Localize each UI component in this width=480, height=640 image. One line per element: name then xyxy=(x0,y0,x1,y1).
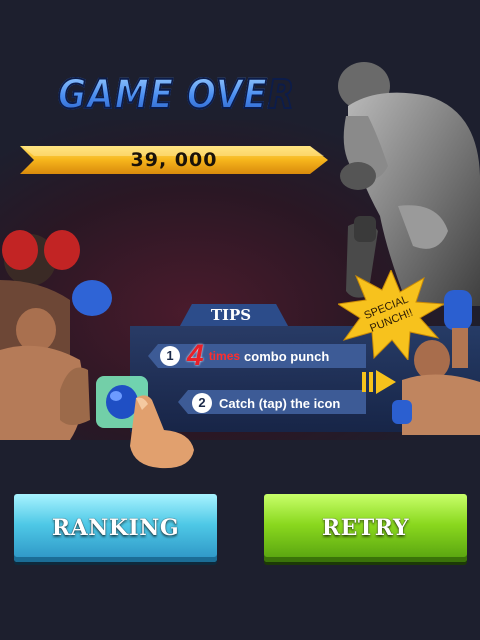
glove-tap-icon xyxy=(96,376,194,469)
tip-text: Catch (tap) the icon xyxy=(219,395,341,411)
tip-combo-punch: 1 4 times combo punch xyxy=(160,339,360,372)
combo-times-label: times xyxy=(208,349,241,363)
ranking-button[interactable]: RANKING xyxy=(14,494,217,562)
retry-button[interactable]: RETRY xyxy=(264,494,467,562)
tip-number-badge: 1 xyxy=(160,346,180,366)
tips-label: TIPS xyxy=(210,306,252,324)
combo-count: 4 xyxy=(187,339,204,372)
score-value: 39, 000 xyxy=(130,149,218,171)
punching-boxer-image xyxy=(392,290,480,435)
defeated-boxer-image xyxy=(338,62,480,306)
score-ribbon: 39, 000 xyxy=(20,142,328,178)
tip-text: combo punch xyxy=(244,348,330,364)
game-over-title: GAME OVER xyxy=(57,71,295,124)
tip-catch-icon: 2 Catch (tap) the icon xyxy=(192,389,372,417)
